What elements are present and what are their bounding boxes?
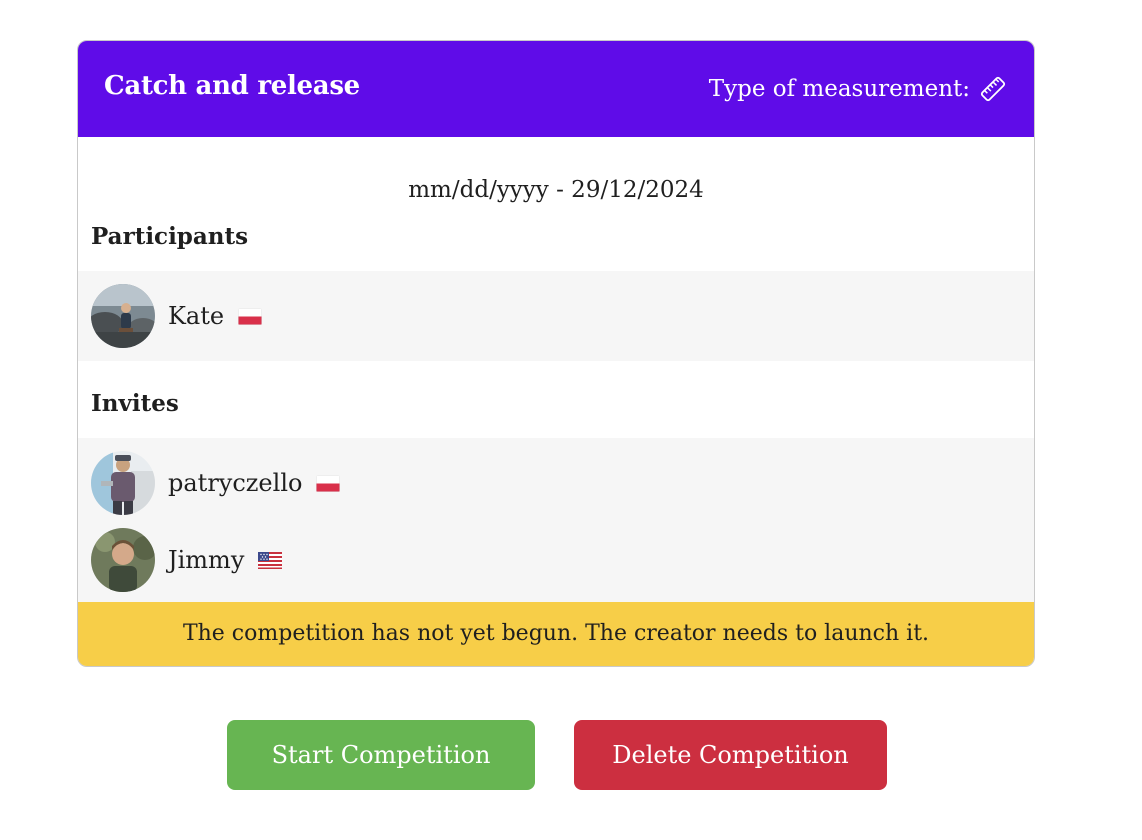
start-competition-button[interactable]: Start Competition — [227, 720, 535, 790]
avatar — [91, 528, 155, 592]
participants-title: Participants — [91, 223, 249, 250]
status-banner: The competition has not yet begun. The c… — [78, 602, 1034, 666]
invitee-name: Jimmy — [168, 546, 245, 574]
poland-flag-icon — [238, 307, 263, 325]
delete-competition-button[interactable]: Delete Competition — [574, 720, 887, 790]
invites-title: Invites — [91, 390, 179, 417]
list-item[interactable]: Jimmy — [91, 528, 283, 592]
ruler-icon — [980, 76, 1006, 102]
list-item[interactable]: Kate — [91, 284, 263, 348]
avatar — [91, 451, 155, 515]
invitee-name: patryczello — [168, 469, 303, 497]
card-header: Catch and release Type of measurement: — [78, 41, 1034, 137]
list-item[interactable]: patryczello — [91, 451, 341, 515]
usa-flag-icon — [258, 551, 283, 569]
invites-list: patryczello Jimmy — [78, 438, 1034, 604]
competition-title: Catch and release — [104, 71, 360, 101]
avatar — [91, 284, 155, 348]
measurement-label: Type of measurement: — [708, 76, 970, 102]
measurement-type: Type of measurement: — [709, 76, 1006, 102]
competition-card: Catch and release Type of measurement: m… — [77, 40, 1035, 667]
date-range: mm/dd/yyyy - 29/12/2024 — [408, 177, 704, 203]
participants-list: Kate — [78, 271, 1034, 361]
participant-name: Kate — [168, 302, 225, 330]
poland-flag-icon — [316, 474, 341, 492]
